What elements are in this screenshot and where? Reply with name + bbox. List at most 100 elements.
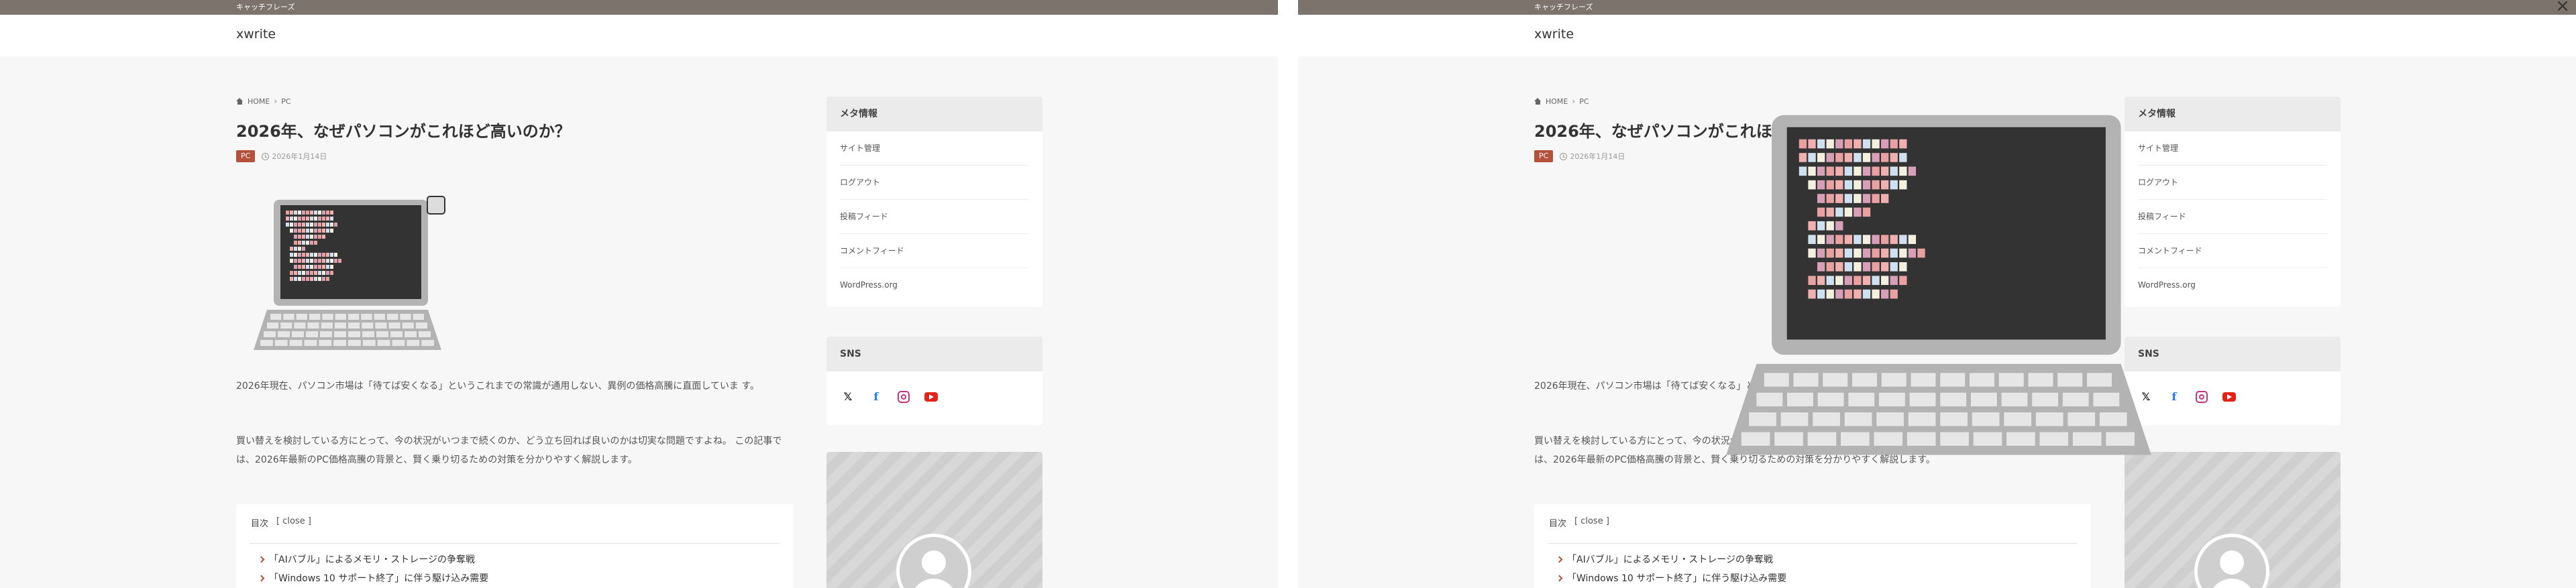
code-block (1817, 180, 1825, 190)
code-block (1872, 139, 1880, 149)
toc-item[interactable]: 「AIバブル」によるメモリ・ストレージの争奪戦 (258, 552, 475, 566)
keyboard-key (1874, 432, 1903, 446)
code-block (1808, 235, 1816, 244)
code-block (1826, 221, 1834, 231)
code-block (1835, 235, 1843, 244)
code-block (1844, 276, 1853, 286)
laptop-illustration-enlarged[interactable] (1707, 106, 2170, 458)
code-block (1899, 180, 1907, 190)
close-icon[interactable]: × (2549, 0, 2576, 15)
instagram-icon[interactable] (2196, 391, 2208, 403)
toc-item[interactable]: 「Windows 10 サポート終了」に伴う駆け込み需要 (258, 571, 488, 585)
code-block (310, 259, 313, 263)
keyboard-key (1756, 392, 1783, 407)
code-block (298, 277, 301, 281)
post-date: 2026年1月14日 (1560, 151, 1625, 162)
keyboard-key (289, 340, 303, 346)
keyboard-key (402, 322, 414, 329)
code-block (1899, 166, 1907, 176)
toc-item[interactable]: 「AIバブル」によるメモリ・ストレージの争奪戦 (1556, 552, 1773, 566)
youtube-icon[interactable] (924, 392, 938, 402)
code-block (302, 235, 305, 239)
meta-item-site-admin[interactable]: サイト管理 (840, 131, 1029, 166)
youtube-icon[interactable] (2222, 392, 2236, 402)
facebook-icon[interactable]: f (869, 390, 883, 404)
code-block (1844, 153, 1853, 162)
widget-title: SNS (826, 337, 1042, 371)
code-block (1872, 276, 1880, 286)
post-date-text: 2026年1月14日 (272, 152, 327, 161)
code-block (1890, 166, 1898, 176)
code-block (1881, 262, 1889, 272)
post-title: 2026年、なぜパソコンがこれほど高いのか？ (236, 122, 571, 141)
code-block (322, 223, 325, 227)
toc-close-toggle[interactable]: [ close ] (1574, 516, 1609, 529)
code-block (330, 253, 333, 257)
site-name[interactable]: xwrite (1534, 27, 1574, 42)
meta-item-comments-feed[interactable]: コメントフィード (840, 234, 1029, 268)
keyboard-key (260, 340, 273, 346)
toc-close-toggle[interactable]: [ close ] (276, 516, 311, 529)
keyboard-key (1852, 373, 1877, 387)
code-block (1844, 194, 1853, 203)
code-block (314, 271, 317, 275)
keyboard-key (415, 322, 427, 329)
keyboard-key (362, 322, 374, 329)
table-of-contents: 目次 [ close ] 「AIバブル」によるメモリ・ストレージの争奪戦 「Wi… (236, 504, 793, 588)
code-block (1826, 139, 1834, 149)
code-block (318, 235, 321, 239)
keyboard-key (2035, 412, 2063, 426)
category-badge[interactable]: PC (236, 150, 256, 162)
code-block (306, 277, 309, 281)
keyboard-key (1973, 432, 2002, 446)
code-block (1854, 166, 1862, 176)
code-block (1899, 139, 1907, 149)
meta-item-logout[interactable]: ログアウト (840, 166, 1029, 200)
laptop-illustration (254, 200, 441, 350)
post-paragraph: 2026年現在、パソコン市場は「待てば安くなる」というこれまでの常識が通用しない… (236, 381, 759, 392)
code-block (298, 259, 301, 263)
keyboard-key (307, 322, 319, 329)
divider (250, 543, 780, 544)
site-name[interactable]: xwrite (236, 27, 276, 42)
instagram-icon[interactable] (898, 391, 910, 403)
code-block (318, 265, 321, 269)
code-block (310, 211, 313, 215)
code-block (1890, 262, 1898, 272)
code-block (1908, 235, 1917, 244)
code-block (298, 235, 301, 239)
code-block (1826, 248, 1834, 258)
code-block (1835, 153, 1843, 162)
code-block (1862, 166, 1871, 176)
breadcrumb-home[interactable]: HOME (248, 97, 270, 106)
toc-item[interactable]: 「Windows 10 サポート終了」に伴う駆け込み需要 (1556, 571, 1786, 585)
code-block (306, 211, 309, 215)
keyboard-key (348, 340, 361, 346)
category-badge[interactable]: PC (1534, 150, 1554, 162)
code-block (318, 253, 321, 257)
code-block (314, 217, 317, 221)
code-block (294, 265, 297, 269)
code-block (1872, 194, 1880, 203)
code-block (1854, 139, 1862, 149)
code-block (326, 223, 329, 227)
meta-item-posts-feed[interactable]: 投稿フィード (840, 200, 1029, 234)
code-block (302, 223, 305, 227)
keyboard-key (2093, 392, 2120, 407)
code-block (302, 247, 305, 251)
keyboard-key (2087, 373, 2112, 387)
laptop-icon[interactable] (427, 196, 445, 215)
code-block (318, 217, 321, 221)
breadcrumb-category[interactable]: PC (281, 97, 290, 106)
code-block (330, 259, 333, 263)
keyboard-key (390, 331, 402, 337)
breadcrumb-category[interactable]: PC (1579, 97, 1589, 106)
code-block (1835, 221, 1843, 231)
code-block (294, 253, 297, 257)
keyboard-key (321, 322, 333, 329)
x-icon[interactable]: 𝕏 (841, 390, 855, 404)
meta-item-wordpress[interactable]: WordPress.org (840, 268, 1029, 302)
breadcrumb-home[interactable]: HOME (1546, 97, 1568, 106)
keyboard-key (1940, 392, 1967, 407)
code-block (1817, 262, 1825, 272)
